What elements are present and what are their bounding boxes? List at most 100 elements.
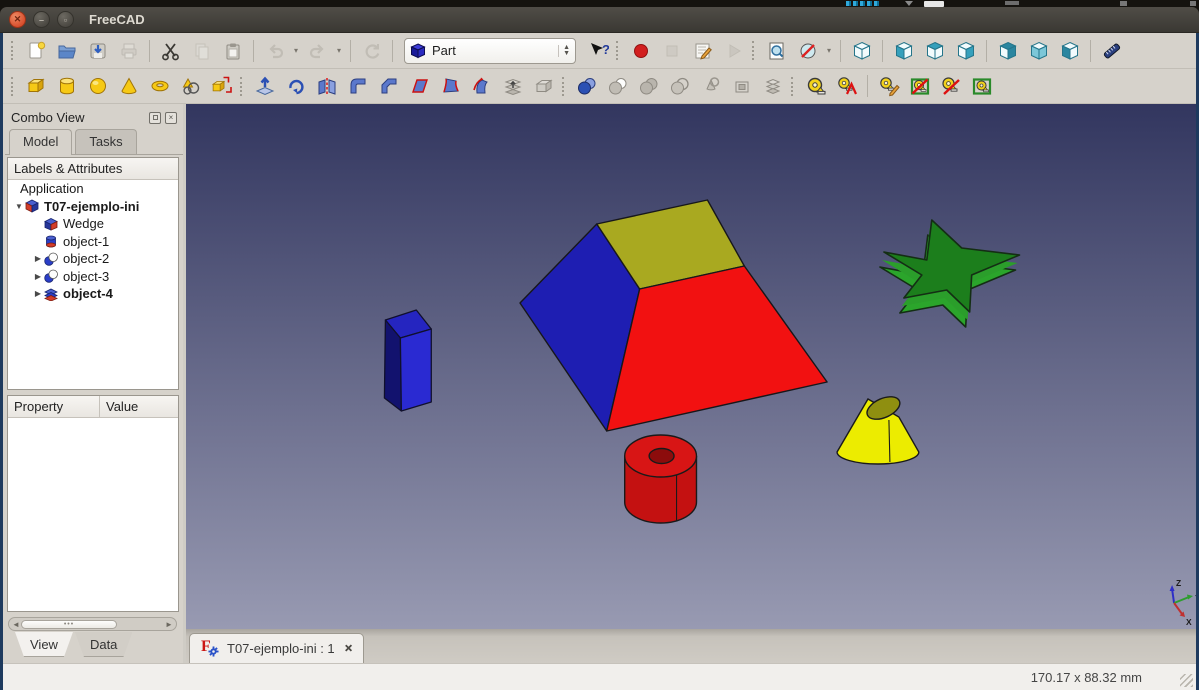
- tab-close-icon[interactable]: +: [339, 640, 356, 657]
- window-close-button[interactable]: ✕: [9, 11, 26, 28]
- scroll-right-icon[interactable]: ►: [164, 620, 174, 629]
- window-minimize-button[interactable]: –: [33, 11, 50, 28]
- part-cone-button[interactable]: [115, 73, 142, 100]
- 3d-viewport[interactable]: Z Y X: [186, 104, 1196, 629]
- paste-button[interactable]: [219, 37, 246, 64]
- part-revolve-button[interactable]: [282, 73, 309, 100]
- measure-angular-button[interactable]: [833, 73, 860, 100]
- part-sphere-button[interactable]: [84, 73, 111, 100]
- resize-grip[interactable]: [1180, 674, 1193, 687]
- print-document-button[interactable]: [115, 37, 142, 64]
- macro-edit-button[interactable]: [689, 37, 716, 64]
- part-box-button[interactable]: [22, 73, 49, 100]
- cut-button[interactable]: [157, 37, 184, 64]
- view-axonometric-button[interactable]: [848, 37, 875, 64]
- part-chamfer-button[interactable]: [375, 73, 402, 100]
- macro-record-button[interactable]: [627, 37, 654, 64]
- property-column-header[interactable]: Property: [8, 396, 100, 417]
- view-front-button[interactable]: [890, 37, 917, 64]
- part-common-button[interactable]: [666, 73, 693, 100]
- dropdown-caret-icon[interactable]: ▾: [333, 46, 345, 55]
- scroll-left-icon[interactable]: ◄: [11, 620, 21, 629]
- view-top-button[interactable]: [921, 37, 948, 64]
- part-ruled-surface-button[interactable]: [437, 73, 464, 100]
- part-mirror-button[interactable]: [313, 73, 340, 100]
- undo-button[interactable]: [261, 37, 288, 64]
- dropdown-caret-icon[interactable]: ▾: [290, 46, 302, 55]
- expander-open-icon[interactable]: ▼: [13, 202, 25, 211]
- document-tab[interactable]: F T07-ejemplo-ini : 1 +: [189, 633, 364, 663]
- toolbar-grip[interactable]: [11, 41, 14, 60]
- open-document-button[interactable]: [53, 37, 80, 64]
- expander-closed-icon[interactable]: ▶: [32, 254, 44, 263]
- whats-this-button[interactable]: ?: [584, 37, 611, 64]
- document-tab-label: T07-ejemplo-ini : 1: [227, 641, 335, 656]
- part-loft-button[interactable]: [499, 73, 526, 100]
- tab-data[interactable]: Data: [75, 632, 132, 657]
- refresh-button[interactable]: [358, 37, 385, 64]
- window-maximize-button[interactable]: ▫: [57, 11, 74, 28]
- save-document-button[interactable]: [84, 37, 111, 64]
- value-column-header[interactable]: Value: [100, 396, 178, 417]
- measure-linear-button[interactable]: [802, 73, 829, 100]
- measure-refresh-button[interactable]: [875, 73, 902, 100]
- copy-button[interactable]: [188, 37, 215, 64]
- measure-toggle-3d-button[interactable]: [937, 73, 964, 100]
- part-make-face-button[interactable]: [406, 73, 433, 100]
- measure-toggle-all-button[interactable]: [906, 73, 933, 100]
- view-right-button[interactable]: [952, 37, 979, 64]
- tree-item-t07-ejemplo-ini[interactable]: ▼ T07-ejemplo-ini: [8, 198, 178, 216]
- scrollbar-thumb[interactable]: •••: [21, 620, 117, 629]
- part-union-button[interactable]: [635, 73, 662, 100]
- tree-item-object-4[interactable]: ▶ object-4: [8, 285, 178, 303]
- measure-toggle-delta-button[interactable]: [968, 73, 995, 100]
- tab-tasks[interactable]: Tasks: [75, 129, 136, 154]
- new-document-button[interactable]: [22, 37, 49, 64]
- draw-style-button[interactable]: [794, 37, 821, 64]
- part-primitives-button[interactable]: [177, 73, 204, 100]
- part-cross-sections-button[interactable]: [759, 73, 786, 100]
- horizontal-scrollbar[interactable]: ◄ ••• ►: [8, 617, 177, 631]
- tree-item-object-2[interactable]: ▶ object-2: [8, 250, 178, 268]
- macro-stop-button[interactable]: [658, 37, 685, 64]
- dock-close-icon[interactable]: ×: [165, 112, 177, 124]
- expander-closed-icon[interactable]: ▶: [32, 289, 44, 298]
- redo-button[interactable]: [304, 37, 331, 64]
- part-defeaturing-button[interactable]: [728, 73, 755, 100]
- measure-distance-button[interactable]: [1098, 37, 1125, 64]
- part-offset-button[interactable]: [530, 73, 557, 100]
- object-red-tube[interactable]: [625, 435, 697, 523]
- toolbar-grip[interactable]: [616, 41, 619, 60]
- macro-play-button[interactable]: [720, 37, 747, 64]
- part-boolean-button[interactable]: [573, 73, 600, 100]
- dock-float-icon[interactable]: [149, 112, 161, 124]
- part-check-geometry-button[interactable]: [697, 73, 724, 100]
- part-fillet-button[interactable]: [344, 73, 371, 100]
- tree-item-object-1[interactable]: object-1: [8, 233, 178, 251]
- view-left-button[interactable]: [1056, 37, 1083, 64]
- toolbar-grip[interactable]: [562, 77, 565, 96]
- toolbar-grip[interactable]: [752, 41, 755, 60]
- spinner-arrows-icon[interactable]: ▲▼: [558, 45, 570, 57]
- part-shape-builder-button[interactable]: [208, 73, 235, 100]
- tab-view[interactable]: View: [15, 632, 73, 657]
- part-cylinder-button[interactable]: [53, 73, 80, 100]
- part-torus-button[interactable]: [146, 73, 173, 100]
- expander-closed-icon[interactable]: ▶: [32, 272, 44, 281]
- tree-item-application[interactable]: Application: [8, 180, 178, 198]
- object-blue-box[interactable]: [384, 310, 431, 411]
- tree-item-wedge[interactable]: Wedge: [8, 215, 178, 233]
- toolbar-grip[interactable]: [791, 77, 794, 96]
- fit-all-button[interactable]: [763, 37, 790, 64]
- part-cut-button[interactable]: [604, 73, 631, 100]
- toolbar-grip[interactable]: [240, 77, 243, 96]
- tree-item-object-3[interactable]: ▶ object-3: [8, 268, 178, 286]
- view-rear-button[interactable]: [994, 37, 1021, 64]
- part-extrude-button[interactable]: [251, 73, 278, 100]
- workbench-selector[interactable]: Part ▲▼: [404, 38, 576, 64]
- tab-model[interactable]: Model: [9, 129, 72, 155]
- view-bottom-button[interactable]: [1025, 37, 1052, 64]
- dropdown-caret-icon[interactable]: ▾: [823, 46, 835, 55]
- toolbar-grip[interactable]: [11, 77, 14, 96]
- part-sweep-button[interactable]: [468, 73, 495, 100]
